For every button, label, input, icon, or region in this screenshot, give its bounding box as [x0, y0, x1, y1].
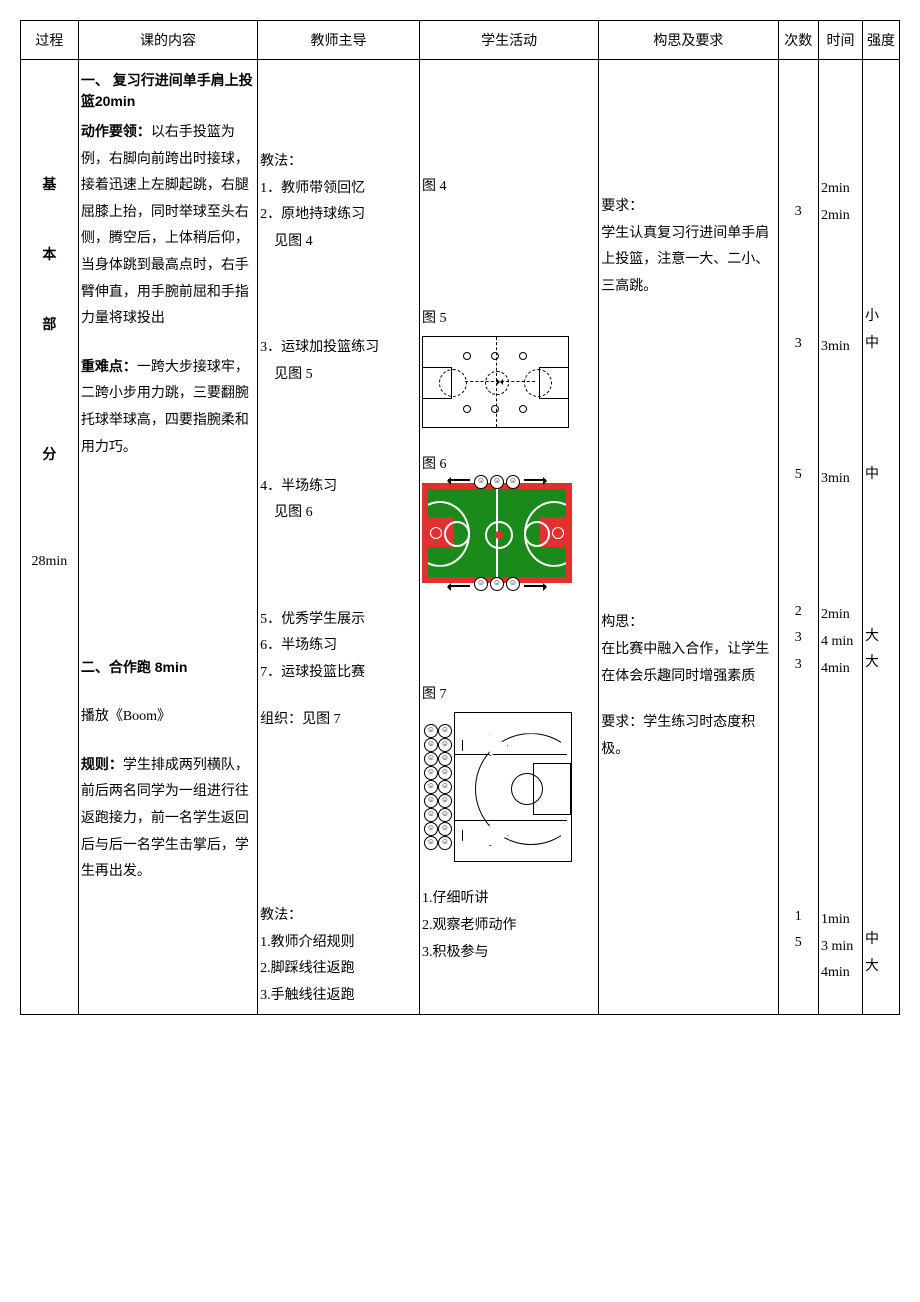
student-cell: 图 4 图 5 图 6	[420, 60, 599, 1015]
student-step-2: 2.观察老师动作	[422, 913, 596, 940]
action-block: 动作要领：以右手投篮为例，右脚向前跨出时接球，接着迅速上左脚起跳，右腿屈膝上抬，…	[81, 118, 255, 333]
body-row: 基 本 部 分 28min 一、 复习行进间单手肩上投篮20min 动作要领：以…	[21, 60, 900, 1015]
time-2: 3min	[821, 334, 860, 361]
intensity-8: 中	[865, 927, 897, 954]
process-duration: 28min	[23, 554, 76, 570]
figure-7-label: 图 7	[422, 682, 596, 709]
org-line: 组织：见图 7	[260, 707, 417, 734]
teach-step-2: 2.脚踩线往返跑	[260, 956, 417, 983]
method-3-ref: 见图 5	[260, 362, 417, 389]
header-idea: 构思及要求	[599, 21, 778, 60]
header-intensity: 强度	[862, 21, 899, 60]
idea-cell: 要求： 学生认真复习行进间单手肩上投篮，注意一大、二小、三高跳。 构思： 在比赛…	[599, 60, 778, 1015]
count-8: 5	[781, 930, 816, 957]
rule-text: 学生排成两列横队，前后两名同学为一组进行往返跑接力，前一名学生返回后与后一名学生…	[81, 758, 249, 879]
intensity-9: 大	[865, 954, 897, 981]
method-7: 7．运球投篮比赛	[260, 660, 417, 687]
student-step-3: 3.积极参与	[422, 940, 596, 967]
time-cell: 2min 2min 3min 3min 2min 4 min 4min 1min…	[819, 60, 863, 1015]
header-time: 时间	[819, 21, 863, 60]
section-2-title: 二、合作跑 8min	[81, 657, 255, 678]
teach-step-3: 3.手触线往返跑	[260, 983, 417, 1010]
lesson-plan-table: 过程 课的内容 教师主导 学生活动 构思及要求 次数 时间 强度 基 本 部 分…	[20, 20, 900, 1015]
difficulty-block: 重难点：一跨大步接球牢，二跨小步用力跳，三要翻腕托球举球高，四要指腕柔和用力巧。	[81, 353, 255, 461]
think-label: 构思：	[601, 610, 775, 637]
count-4: 2	[781, 599, 816, 626]
req-label: 要求：	[601, 194, 775, 221]
method-5: 5．优秀学生展示	[260, 607, 417, 634]
count-cell: 3 3 5 2 3 3 1 5	[778, 60, 818, 1015]
time-6: 4min	[821, 656, 860, 683]
process-char-3: 部	[23, 314, 76, 334]
header-teacher: 教师主导	[258, 21, 420, 60]
process-char-1: 基	[23, 174, 76, 194]
teacher-cell: 教法： 1．教师带领回忆 2．原地持球练习 见图 4 3．运球加投篮练习 见图 …	[258, 60, 420, 1015]
intensity-3: 中	[865, 462, 897, 489]
req2-block: 要求：学生练习时态度积极。	[601, 710, 775, 763]
method-1: 1．教师带领回忆	[260, 176, 417, 203]
time-8: 3 min	[821, 934, 860, 961]
method-label: 教法：	[260, 149, 417, 176]
time-3: 3min	[821, 466, 860, 493]
time-4: 2min	[821, 602, 860, 629]
count-7: 1	[781, 904, 816, 931]
time-7: 1min	[821, 907, 860, 934]
method-6: 6．半场练习	[260, 633, 417, 660]
req2-label: 要求：	[601, 715, 643, 730]
header-count: 次数	[778, 21, 818, 60]
time-5: 4 min	[821, 629, 860, 656]
count-1: 3	[781, 199, 816, 226]
figure-5-label: 图 5	[422, 306, 596, 333]
figure-6-diagram: ☺ ☺ ☺ ☺ ☺ ☺	[422, 483, 572, 583]
time-1b: 2min	[821, 203, 860, 230]
action-text: 以右手投篮为例，右脚向前跨出时接球，接着迅速上左脚起跳，右腿屈膝上抬，同时举球至…	[81, 125, 249, 326]
intensity-cell: 小 中 中 大 大 中 大	[862, 60, 899, 1015]
teach-step-1: 1.教师介绍规则	[260, 930, 417, 957]
rule-label: 规则：	[81, 756, 123, 772]
think-text: 在比赛中融入合作，让学生在体会乐趣同时增强素质	[601, 637, 775, 690]
figure-5-diagram	[422, 336, 569, 428]
count-6: 3	[781, 652, 816, 679]
figure-7-diagram: ☺☺ ☺☺ ☺☺ ☺☺ ☺☺ ☺☺ ☺☺ ☺☺ ☺☺	[422, 712, 572, 862]
intensity-2b: 中	[865, 331, 897, 358]
method-4: 4．半场练习	[260, 474, 417, 501]
method-3: 3．运球加投篮练习	[260, 335, 417, 362]
count-5: 3	[781, 625, 816, 652]
music-line: 播放《Boom》	[81, 704, 255, 731]
intensity-2a: 小	[865, 304, 897, 331]
intensity-6: 大	[865, 650, 897, 677]
think-block: 构思： 在比赛中融入合作，让学生在体会乐趣同时增强素质	[601, 610, 775, 690]
method-4-ref: 见图 6	[260, 500, 417, 527]
process-char-4: 分	[23, 444, 76, 464]
header-student: 学生活动	[420, 21, 599, 60]
rule-block: 规则：学生排成两列横队，前后两名同学为一组进行往返跑接力，前一名学生返回后与后一…	[81, 751, 255, 886]
student-step-1: 1.仔细听讲	[422, 886, 596, 913]
action-label: 动作要领：	[81, 123, 151, 139]
section-1-title: 一、 复习行进间单手肩上投篮20min	[81, 70, 255, 112]
figure-4-label: 图 4	[422, 174, 596, 201]
req-text: 学生认真复习行进间单手肩上投篮，注意一大、二小、三高跳。	[601, 221, 775, 301]
process-cell: 基 本 部 分 28min	[21, 60, 79, 1015]
header-content: 课的内容	[78, 21, 257, 60]
method2-label: 教法：	[260, 903, 417, 930]
count-2: 3	[781, 331, 816, 358]
header-row: 过程 课的内容 教师主导 学生活动 构思及要求 次数 时间 强度	[21, 21, 900, 60]
time-1a: 2min	[821, 176, 860, 203]
time-9: 4min	[821, 960, 860, 987]
intensity-5: 大	[865, 624, 897, 651]
process-char-2: 本	[23, 244, 76, 264]
content-cell: 一、 复习行进间单手肩上投篮20min 动作要领：以右手投篮为例，右脚向前跨出时…	[78, 60, 257, 1015]
header-process: 过程	[21, 21, 79, 60]
count-3: 5	[781, 462, 816, 489]
method-2: 2．原地持球练习	[260, 202, 417, 229]
method-2-ref: 见图 4	[260, 229, 417, 256]
difficulty-label: 重难点：	[81, 358, 137, 374]
req-block: 要求： 学生认真复习行进间单手肩上投篮，注意一大、二小、三高跳。	[601, 194, 775, 300]
